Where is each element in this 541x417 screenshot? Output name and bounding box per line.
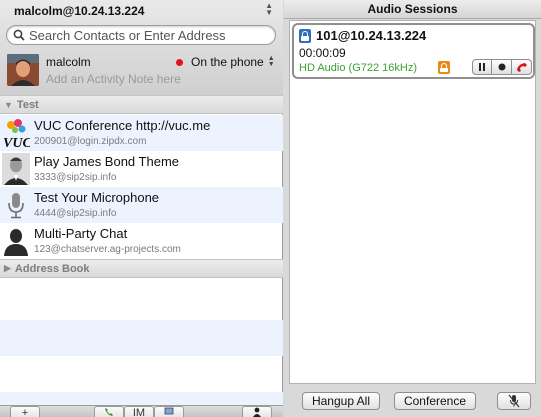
hold-button[interactable] [472,59,492,75]
pause-icon [479,63,485,71]
contact-name: Play James Bond Theme [34,154,179,169]
phone-icon [105,408,113,416]
session-duration: 00:00:09 [299,46,346,60]
audio-call-button[interactable] [94,406,124,417]
group-header-address-book[interactable]: ▶ Address Book [0,259,283,278]
my-avatar[interactable] [7,54,39,86]
conference-button[interactable]: Conference [394,392,476,410]
screen-share-button[interactable] [154,406,184,417]
contact-name: Test Your Microphone [34,190,160,205]
presence-status-selector[interactable]: On the phone ▲ ▼ [176,55,275,69]
person-silhouette-icon [2,225,30,257]
add-contact-button[interactable]: + [10,406,40,417]
person-icon [253,407,261,417]
group-header-test[interactable]: ▼ Test [0,95,283,114]
contact-row[interactable]: Test Your Microphone 4444@sip2sip.info [0,187,283,223]
empty-row [0,392,283,405]
contact-name: VUC Conference http://vuc.me [34,118,211,133]
empty-row [0,320,283,356]
empty-row [0,279,283,315]
sessions-list: 101@10.24.13.224 00:00:09 HD Audio (G722… [289,20,536,384]
disclosure-expanded-icon[interactable]: ▼ [4,100,13,110]
hangup-button[interactable] [512,59,532,75]
session-codec: HD Audio (G722 16kHz) [299,62,417,74]
tls-lock-icon [299,29,311,43]
search-field[interactable] [6,25,276,45]
hangup-all-button[interactable]: Hangup All [302,392,380,410]
session-controls [472,59,532,75]
contacts-header: malcolm@10.24.13.224 ▲▼ malcolm On the p… [0,0,283,96]
contact-row[interactable]: VUC VUC Conference http://vuc.me 200901@… [0,115,283,151]
group-name: Address Book [14,262,90,275]
my-display-name: malcolm [46,55,91,69]
contact-row[interactable]: Play James Bond Theme 3333@sip2sip.info [0,151,283,187]
session-address: 101@10.24.13.224 [316,28,427,43]
microphone-icon [2,189,30,221]
user-photo-icon [7,54,39,86]
sessions-toolbar: Hangup All Conference [284,386,541,417]
contacts-panel: malcolm@10.24.13.224 ▲▼ malcolm On the p… [0,0,283,417]
person-photo-icon [2,153,30,185]
contact-address: 3333@sip2sip.info [34,172,117,183]
hangup-phone-icon [516,63,527,72]
record-icon [498,63,505,71]
contact-name: Multi-Party Chat [34,226,128,241]
activity-note-field[interactable]: Add an Activity Note here [46,72,181,86]
contact-address: 4444@sip2sip.info [34,208,117,219]
audio-session[interactable]: 101@10.24.13.224 00:00:09 HD Audio (G722… [292,23,535,79]
srtp-lock-icon [438,61,450,74]
presence-status-label: On the phone [191,55,264,69]
svg-text:VUC: VUC [3,136,30,149]
presence-arrows-icon: ▲ ▼ [267,55,275,68]
audio-sessions-title: Audio Sessions [284,0,541,19]
dialpad-button[interactable] [242,406,272,417]
disclosure-collapsed-icon[interactable]: ▶ [4,263,11,274]
vuc-logo-icon: VUC [2,117,32,151]
mute-button[interactable] [497,392,531,410]
account-selector[interactable]: malcolm@10.24.13.224 [14,4,144,18]
contact-row[interactable]: Multi-Party Chat 123@chatserver.ag-proje… [0,223,283,259]
presence-dot-icon [176,58,183,66]
screen-icon [164,407,174,415]
account-selector-arrows-icon[interactable]: ▲ ▼ [265,2,273,17]
search-icon [13,29,25,41]
chat-button[interactable]: IM [124,406,154,417]
mute-microphone-icon [508,394,520,408]
group-name: Test [16,98,39,111]
contact-address: 200901@login.zipdx.com [34,136,147,147]
audio-sessions-panel: Audio Sessions 101@10.24.13.224 00:00:09… [284,0,541,417]
search-input[interactable] [29,27,269,43]
contact-address: 123@chatserver.ag-projects.com [34,244,181,255]
record-button[interactable] [492,59,512,75]
